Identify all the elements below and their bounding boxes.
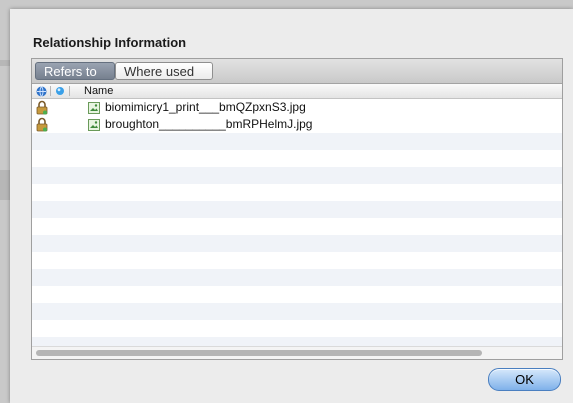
empty-row (32, 303, 562, 320)
image-file-icon (88, 118, 100, 131)
table-row[interactable]: broughton__________bmRPHelmJ.jpg (32, 116, 562, 133)
globe-icon[interactable] (36, 84, 47, 98)
column-separator (69, 86, 70, 96)
empty-row (32, 184, 562, 201)
empty-row (32, 201, 562, 218)
empty-row (32, 320, 562, 337)
ok-button[interactable]: OK (488, 368, 561, 391)
column-header: Name (32, 84, 562, 99)
empty-row (32, 235, 562, 252)
tab-where-used[interactable]: Where used (115, 62, 213, 80)
empty-row (32, 269, 562, 286)
tab-refers-to[interactable]: Refers to (35, 62, 115, 80)
empty-row (32, 133, 562, 150)
file-name: biomimicry1_print___bmQZpxnS3.jpg (105, 100, 306, 114)
lock-icon (36, 100, 48, 115)
horizontal-scrollbar[interactable] (32, 346, 562, 359)
empty-row (32, 218, 562, 235)
lock-icon (36, 117, 48, 132)
relationship-panel: Refers to Where used Name biomimicry1_pr… (31, 58, 563, 360)
backdrop-edge-upper (0, 60, 10, 66)
column-name-header[interactable]: Name (84, 84, 113, 98)
empty-row (32, 252, 562, 269)
scrollbar-thumb[interactable] (36, 350, 482, 356)
file-name: broughton__________bmRPHelmJ.jpg (105, 117, 313, 131)
image-file-icon (88, 101, 100, 114)
empty-row (32, 167, 562, 184)
relationship-dialog: Relationship Information Refers to Where… (10, 9, 573, 403)
status-dot-icon[interactable] (55, 84, 65, 98)
empty-row (32, 150, 562, 167)
table-row[interactable]: biomimicry1_print___bmQZpxnS3.jpg (32, 99, 562, 116)
tab-bar: Refers to Where used (32, 59, 562, 84)
backdrop-edge-lower (0, 170, 10, 200)
empty-row (32, 286, 562, 303)
dialog-title: Relationship Information (33, 35, 187, 50)
column-separator (50, 86, 51, 96)
